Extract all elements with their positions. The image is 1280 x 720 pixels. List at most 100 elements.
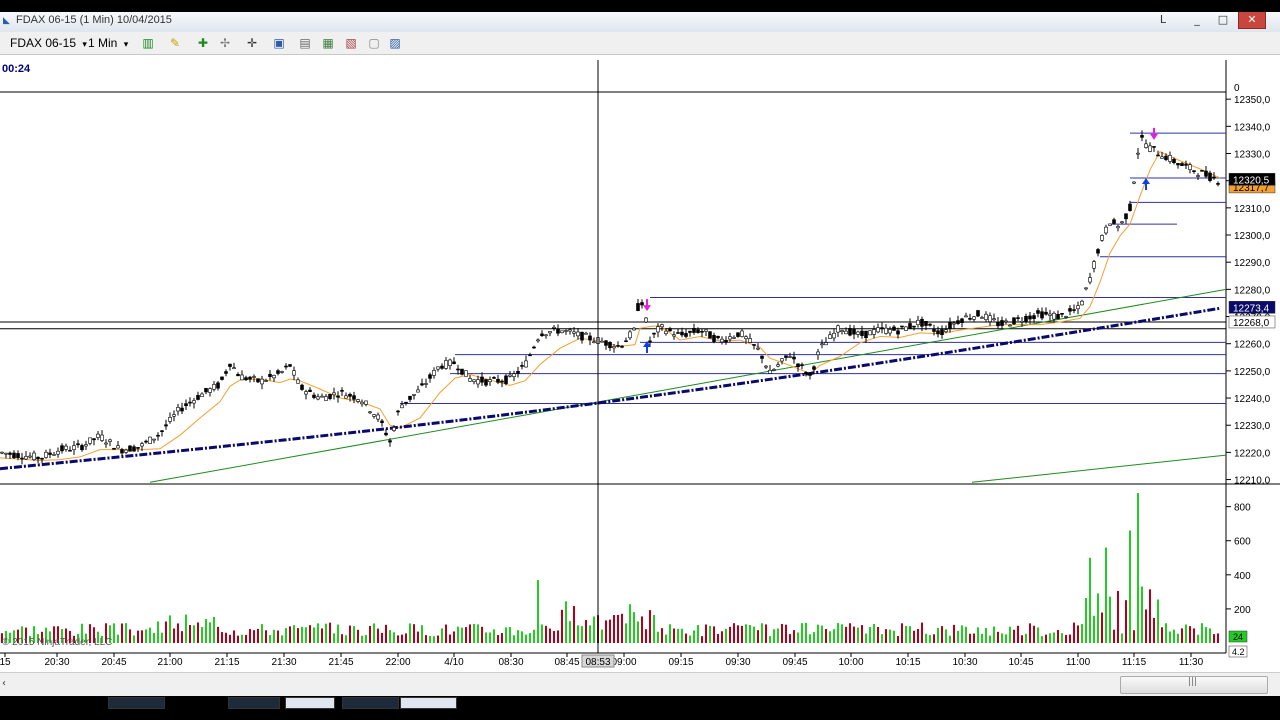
volume-bar: [545, 625, 547, 643]
volume-bar: [845, 626, 847, 643]
level-value: 12268,0: [1233, 318, 1270, 329]
candle-body: [1136, 152, 1140, 155]
volume-bar: [1189, 626, 1191, 643]
data-box-icon[interactable]: ▤: [297, 35, 313, 51]
candle-body: [284, 365, 288, 368]
volume-bar: [585, 619, 587, 643]
candle-body: [1044, 311, 1048, 315]
price-chart[interactable]: 012350,012340,012330,012320,012310,01230…: [0, 55, 1280, 672]
volume-bar: [689, 635, 691, 643]
candle-body: [328, 394, 332, 399]
volume-bar: [785, 624, 787, 643]
candle-body: [588, 335, 592, 341]
volume-bar: [333, 633, 335, 643]
candle-body: [864, 330, 868, 339]
volume-bar: [221, 632, 223, 643]
candle-body: [364, 400, 368, 405]
taskbar-button[interactable]: [400, 697, 457, 709]
zoom-in-icon[interactable]: ✚: [195, 35, 211, 51]
candle-body: [1172, 158, 1176, 163]
taskbar-button[interactable]: [228, 697, 280, 709]
interval-selector[interactable]: 1 Min ▾: [88, 35, 128, 51]
candle-body: [604, 340, 608, 346]
volume-bar: [293, 625, 295, 643]
volume-bar: [1121, 633, 1123, 643]
volume-bar: [321, 628, 323, 643]
taskbar-button[interactable]: [285, 697, 335, 709]
volume-bar: [1161, 627, 1163, 643]
candle-body: [356, 399, 360, 402]
candle-body: [1164, 155, 1168, 160]
volume-bar: [641, 616, 643, 643]
candle-body: [648, 340, 652, 343]
volume-bar: [593, 616, 595, 643]
volume-bar: [809, 634, 811, 643]
bar-timer: 00:24: [2, 63, 31, 75]
candle-body: [560, 330, 564, 334]
candle-body: [400, 404, 404, 409]
candle-body: [140, 443, 144, 447]
candle-body: [688, 330, 692, 333]
volume-bar: [877, 626, 879, 643]
close-button[interactable]: ✕: [1238, 12, 1266, 29]
price-axis-zero: 0: [1234, 83, 1240, 94]
candle-body: [748, 338, 752, 343]
candle-body: [820, 343, 824, 346]
volume-bar: [461, 627, 463, 643]
volume-bar: [1201, 623, 1203, 643]
candle-body: [1088, 277, 1092, 283]
ninjatrader-app-icon: ◣: [3, 16, 10, 26]
instrument-selector[interactable]: FDAX 06-15 ▾: [10, 35, 87, 51]
price-tick-label: 12230,0: [1234, 421, 1271, 432]
price-tick-label: 12240,0: [1234, 394, 1271, 405]
candle-body: [656, 326, 660, 333]
candle-body: [1176, 163, 1180, 166]
volume-bar: [813, 632, 815, 643]
properties-icon[interactable]: ▣: [271, 35, 287, 51]
volume-bar: [401, 634, 403, 643]
candle-body: [256, 378, 260, 383]
candle-body: [676, 332, 680, 334]
maximize-button[interactable]: □: [1210, 12, 1236, 28]
strategies-icon[interactable]: ▧: [343, 35, 359, 51]
chart-trader-icon[interactable]: ▨: [387, 35, 403, 51]
price-tick-label: 12290,0: [1234, 258, 1271, 269]
drawing-tool-icon[interactable]: ✎: [167, 35, 183, 51]
volume-bar: [869, 627, 871, 643]
candle-body: [12, 452, 16, 459]
candle-body: [616, 345, 620, 347]
volume-bar: [673, 628, 675, 643]
indicators-icon[interactable]: ▦: [320, 35, 336, 51]
taskbar-button[interactable]: [342, 697, 399, 709]
zoom-out-icon[interactable]: ✢: [217, 35, 233, 51]
volume-bar: [397, 635, 399, 643]
scrollbar-thumb[interactable]: |||: [1120, 676, 1268, 694]
float-window-button[interactable]: L: [1150, 12, 1176, 28]
minimize-button[interactable]: _: [1184, 12, 1210, 28]
volume-bar: [549, 628, 551, 643]
candle-body: [60, 445, 64, 452]
templates-icon[interactable]: ▢: [366, 35, 382, 51]
volume-bar: [797, 632, 799, 643]
scroll-left-icon[interactable]: ‹: [2, 678, 6, 689]
candle-body: [752, 344, 756, 346]
candle-body: [228, 363, 232, 367]
candle-body: [436, 366, 440, 370]
chart-style-icon[interactable]: ▥: [140, 35, 156, 51]
candle-body: [652, 332, 656, 335]
volume-bar: [329, 622, 331, 643]
candle-body: [960, 318, 964, 324]
volume-bar: [1005, 634, 1007, 643]
volume-bar: [1013, 629, 1015, 643]
candle-body: [452, 361, 456, 365]
volume-bar: [501, 633, 503, 643]
volume-bar: [717, 633, 719, 643]
taskbar-button[interactable]: [108, 697, 165, 709]
candle-body: [128, 445, 132, 452]
candle-body: [724, 340, 728, 343]
crosshair-icon[interactable]: ✛: [244, 35, 260, 51]
candle-body: [428, 374, 432, 379]
candle-body: [968, 318, 972, 320]
horizontal-scrollbar[interactable]: [0, 672, 1280, 697]
volume-bar: [157, 621, 159, 643]
